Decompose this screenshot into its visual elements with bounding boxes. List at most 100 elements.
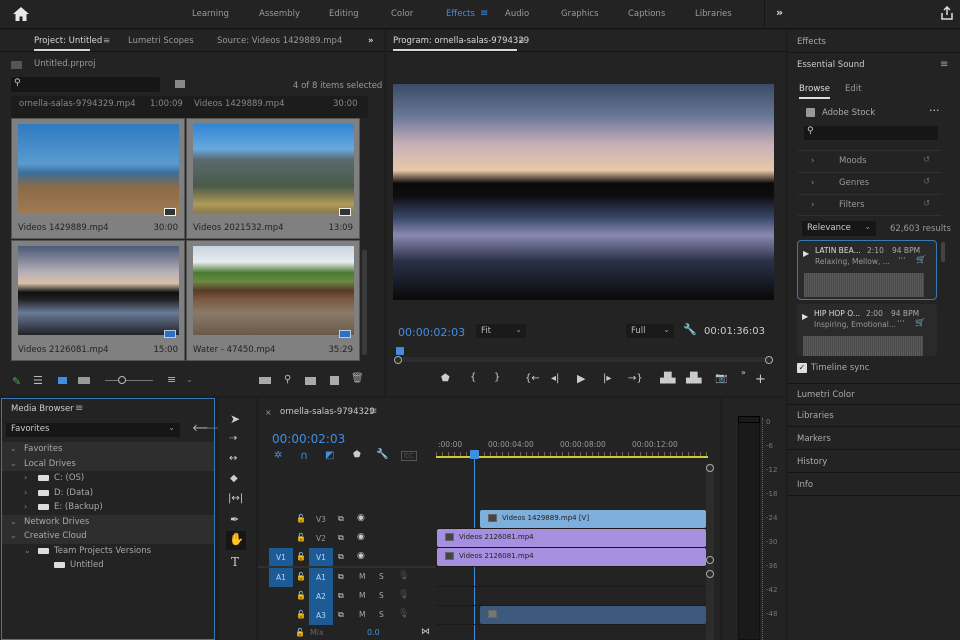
sort-chevron-icon[interactable]: ⌄ xyxy=(186,375,193,384)
scrollbar[interactable] xyxy=(362,250,367,355)
workspace-audio[interactable]: Audio xyxy=(505,9,529,19)
add-button-icon[interactable]: + xyxy=(755,372,766,387)
workspace-learning[interactable]: Learning xyxy=(192,9,229,19)
track-target[interactable]: A3 xyxy=(309,606,333,625)
panel-libraries[interactable]: Libraries xyxy=(788,405,960,427)
microphone-icon[interactable]: 🎙 xyxy=(398,571,409,581)
mark-out-icon[interactable]: } xyxy=(494,372,500,383)
zoom-slider[interactable] xyxy=(105,380,153,381)
more-tabs-icon[interactable]: » xyxy=(368,36,374,46)
scroll-handle[interactable] xyxy=(706,570,714,578)
lock-icon[interactable]: 🔓 xyxy=(296,610,306,619)
more-options-icon[interactable]: ··· xyxy=(898,254,906,263)
waveform[interactable] xyxy=(804,273,924,297)
sync-lock-icon[interactable]: ⧉ xyxy=(338,514,344,524)
snap-icon[interactable]: ∩ xyxy=(300,449,308,462)
step-forward-icon[interactable]: |▸ xyxy=(603,373,611,384)
panel-lumetri-color[interactable]: Lumetri Color xyxy=(788,383,960,405)
sort-dropdown[interactable]: Relevance ⌄ xyxy=(802,221,876,236)
quality-dropdown[interactable]: Full ⌄ xyxy=(626,324,674,338)
effects-panel-tab[interactable]: Effects xyxy=(797,37,826,47)
reset-icon[interactable]: ↺ xyxy=(923,177,930,187)
selection-tool-icon[interactable]: ➤ xyxy=(230,412,240,426)
lift-icon[interactable]: ▟▙ xyxy=(660,373,675,384)
track-target[interactable]: V3 xyxy=(309,510,333,529)
pen-tool-icon[interactable]: ✒ xyxy=(230,513,239,526)
chevron-down-icon[interactable]: ⌄ xyxy=(10,515,17,530)
tree-item[interactable]: ⌄ Local Drives xyxy=(2,456,214,471)
find-icon[interactable]: ⚲ xyxy=(284,374,291,385)
program-menu-icon[interactable]: ≡ xyxy=(518,36,525,46)
chevron-right-icon[interactable]: › xyxy=(24,471,27,486)
lock-icon[interactable]: 🔓 xyxy=(296,514,306,523)
new-item-icon[interactable] xyxy=(330,376,339,385)
sync-lock-icon[interactable]: ⧉ xyxy=(338,591,344,601)
settings-wrench-icon[interactable]: 🔧 xyxy=(376,449,388,460)
tree-item[interactable]: › E: (Backup) xyxy=(2,500,214,515)
lock-icon[interactable]: 🔓 xyxy=(296,552,306,561)
workspace-menu-icon[interactable]: ≡ xyxy=(480,8,488,19)
solo-button[interactable]: S xyxy=(379,610,384,619)
project-menu-icon[interactable]: ≡ xyxy=(103,36,110,46)
play-icon[interactable]: ▶ xyxy=(577,372,585,385)
solo-button[interactable]: S xyxy=(379,572,384,581)
cart-icon[interactable]: 🛒 xyxy=(916,255,926,264)
zoom-slider-handle[interactable] xyxy=(118,376,126,384)
waveform[interactable] xyxy=(803,336,923,356)
tree-item[interactable]: ⌄ Favorites xyxy=(2,442,214,457)
wrench-icon[interactable]: 🔧 xyxy=(683,323,697,336)
sync-lock-icon[interactable]: ⧉ xyxy=(338,610,344,620)
add-marker-icon[interactable]: ⬟ xyxy=(441,373,450,384)
clip-a3[interactable] xyxy=(480,606,706,624)
extract-icon[interactable]: ▟▙ xyxy=(686,373,701,384)
fit-timeline-icon[interactable]: ⋈ xyxy=(421,627,430,637)
tab-source[interactable]: Source: Videos 1429889.mp4 xyxy=(217,36,342,46)
nest-icon[interactable]: ✲ xyxy=(274,450,282,461)
mute-button[interactable]: M xyxy=(359,591,365,600)
filter-genres[interactable]: › Genres ↺ xyxy=(798,172,942,194)
sound-list-scrollbar[interactable] xyxy=(941,242,945,262)
panel-markers[interactable]: Markers xyxy=(788,428,960,450)
eye-icon[interactable]: ◉ xyxy=(357,551,365,561)
track-target[interactable]: A2 xyxy=(309,587,333,606)
type-tool-icon[interactable]: T xyxy=(231,555,239,569)
media-item[interactable]: Videos 2021532.mp4 13:09 xyxy=(186,118,360,239)
icon-view-icon[interactable] xyxy=(58,377,67,384)
clip-v1[interactable]: Videos 2126081.mp4 xyxy=(437,548,706,566)
workspace-effects[interactable]: Effects xyxy=(446,9,475,19)
sequence-tab[interactable]: ornella-salas-9794329 xyxy=(280,407,375,417)
close-icon[interactable]: × xyxy=(265,408,272,417)
mute-button[interactable]: M xyxy=(359,610,365,619)
tree-item[interactable]: Untitled xyxy=(2,558,214,573)
media-item[interactable]: Videos 1429889.mp4 30:00 xyxy=(11,118,185,239)
mix-value[interactable]: 0.0 xyxy=(367,628,380,637)
tab-lumetri-scopes[interactable]: Lumetri Scopes xyxy=(128,36,194,46)
source-patch[interactable]: A1 xyxy=(269,568,293,587)
step-back-icon[interactable]: ◂| xyxy=(551,373,559,384)
more-options-icon[interactable]: ··· xyxy=(897,317,905,326)
timeline-timecode[interactable]: 00:00:02:03 xyxy=(272,432,345,446)
reset-icon[interactable]: ↺ xyxy=(923,199,930,209)
playhead[interactable] xyxy=(396,347,404,355)
workspace-libraries[interactable]: Libraries xyxy=(695,9,732,19)
fit-dropdown[interactable]: Fit ⌄ xyxy=(476,324,526,338)
source-patch[interactable]: V1 xyxy=(269,548,293,567)
media-item[interactable]: Water - 47450.mp4 35:29 xyxy=(186,240,360,361)
trash-icon[interactable]: 🗑 xyxy=(351,373,364,384)
item-name[interactable]: Videos 1429889.mp4 xyxy=(194,99,285,109)
list-view-icon[interactable]: ☰ xyxy=(33,374,43,387)
sync-lock-icon[interactable]: ⧉ xyxy=(338,533,344,543)
cart-icon[interactable]: 🛒 xyxy=(915,318,925,327)
lock-icon[interactable]: 🔓 xyxy=(296,533,306,542)
go-to-in-icon[interactable]: {← xyxy=(525,373,540,384)
tab-edit[interactable]: Edit xyxy=(845,84,861,94)
tab-project[interactable]: Project: Untitled xyxy=(34,36,102,51)
panel-history[interactable]: History xyxy=(788,451,960,473)
chevron-down-icon[interactable]: ⌄ xyxy=(24,544,31,559)
mark-in-icon[interactable]: { xyxy=(470,372,476,383)
lock-icon[interactable]: 🔓 xyxy=(295,628,305,637)
tree-item[interactable]: ⌄ Team Projects Versions xyxy=(2,544,214,559)
workspace-graphics[interactable]: Graphics xyxy=(561,9,599,19)
export-frame-icon[interactable]: 📷 xyxy=(715,373,727,384)
sequence-menu-icon[interactable]: ≡ xyxy=(369,406,377,417)
